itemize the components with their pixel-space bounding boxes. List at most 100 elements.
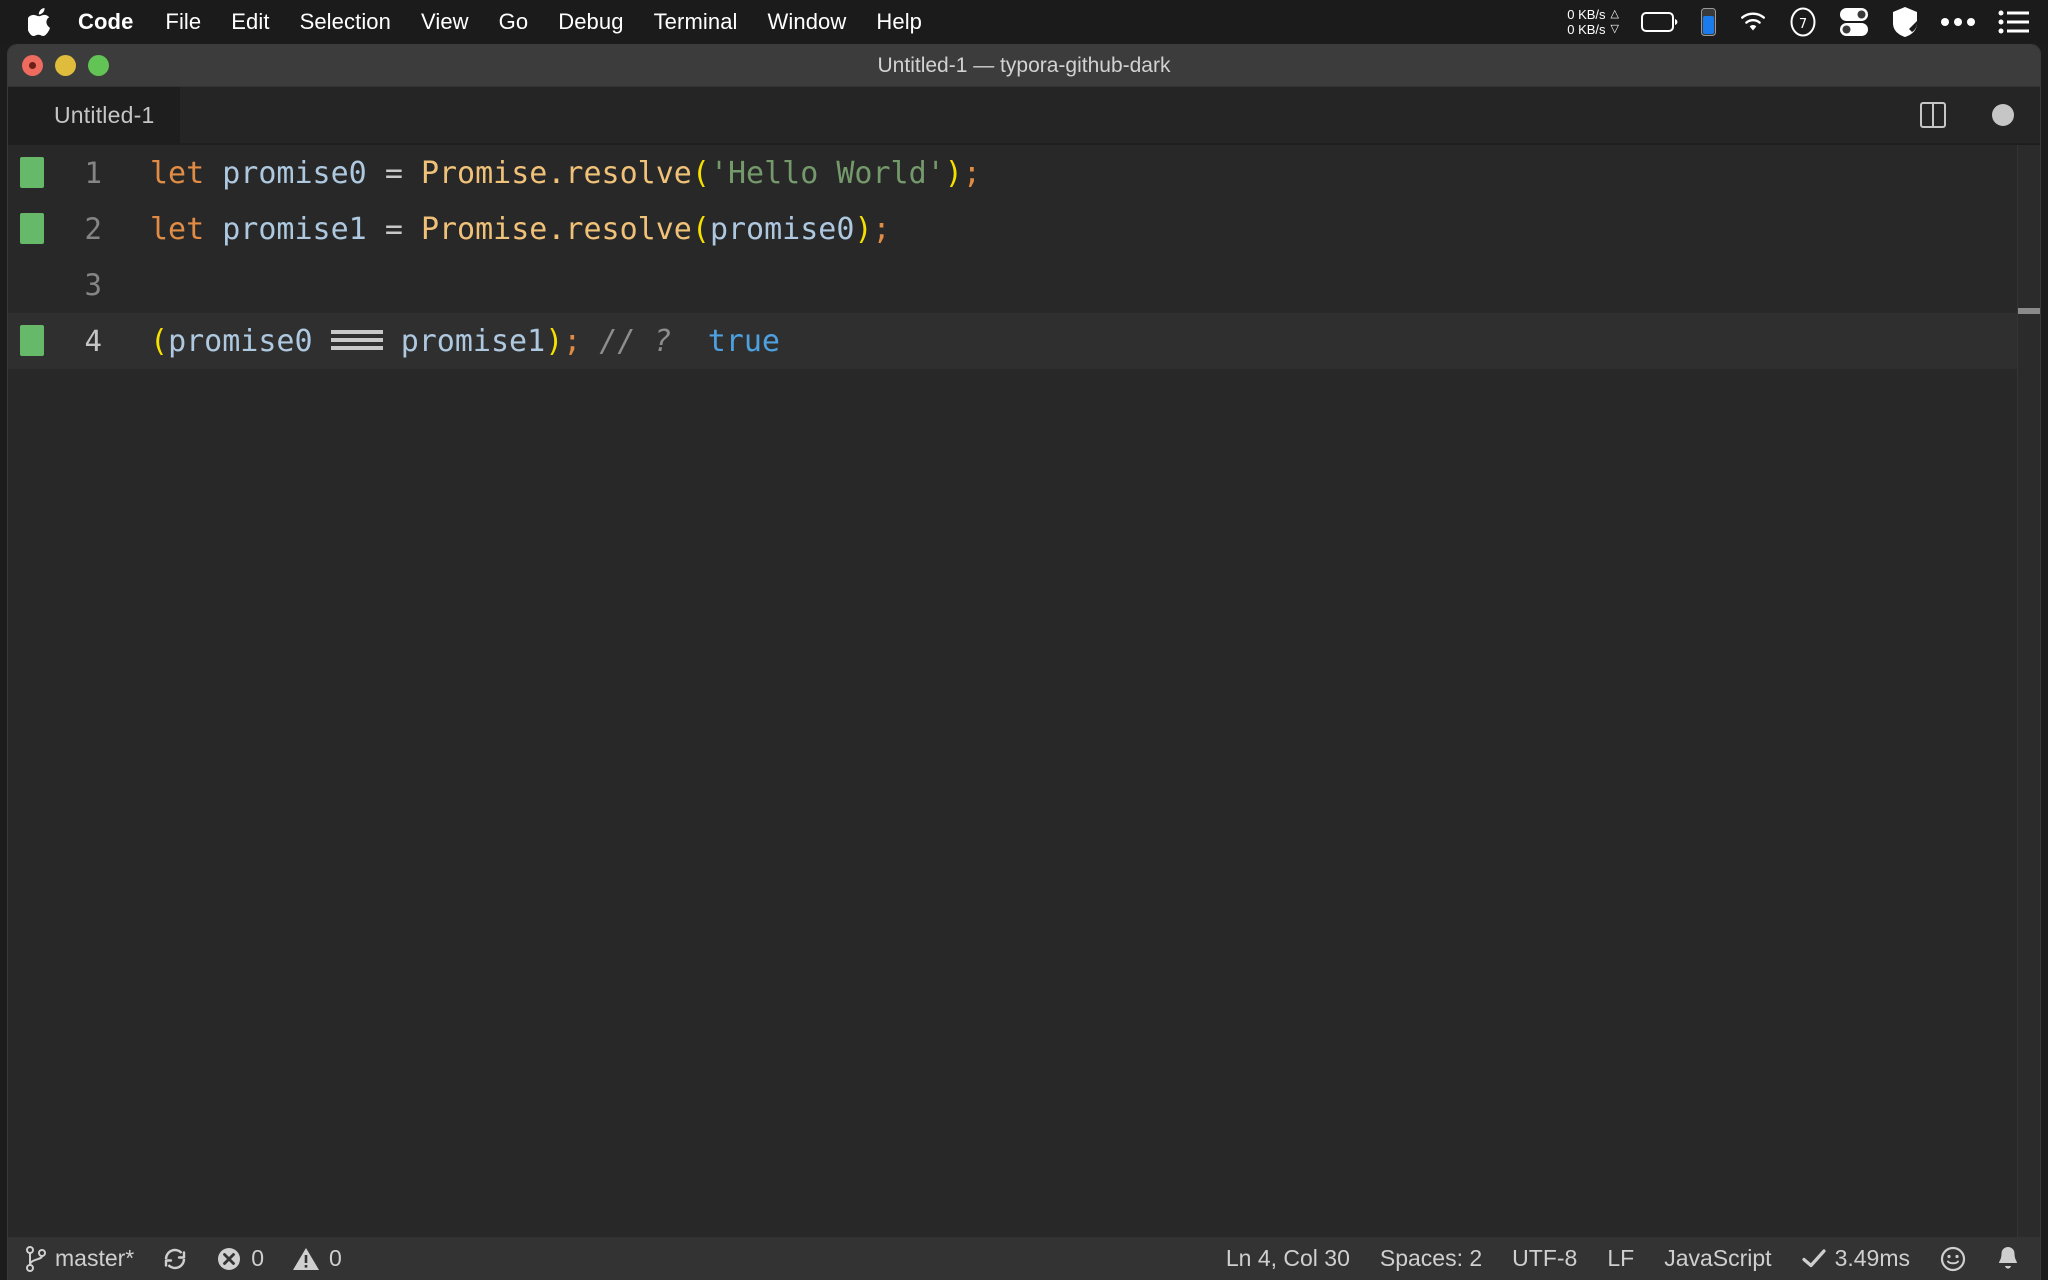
window-title: Untitled-1 — typora-github-dark bbox=[877, 53, 1171, 77]
status-sync-changes[interactable] bbox=[162, 1246, 188, 1272]
menu-item-file[interactable]: File bbox=[165, 9, 201, 35]
code-token: ; bbox=[872, 211, 891, 247]
editor-tab-strip: Untitled-1 bbox=[8, 86, 2040, 144]
code-token: ( bbox=[691, 211, 710, 247]
menu-item-go[interactable]: Go bbox=[499, 9, 529, 35]
warning-count: 0 bbox=[329, 1245, 342, 1271]
network-speed-indicator[interactable]: 0 KB/s 0 KB/s △ ▽ bbox=[1567, 7, 1619, 37]
menu-item-terminal[interactable]: Terminal bbox=[654, 9, 738, 35]
code-token: ; bbox=[962, 155, 981, 191]
git-change-marker-icon bbox=[20, 157, 44, 188]
control-center-icon[interactable] bbox=[1998, 10, 2030, 34]
code-token: 'Hello World' bbox=[709, 155, 945, 191]
code-token: ; bbox=[563, 323, 582, 359]
git-branch-label: master* bbox=[55, 1245, 135, 1271]
code-line-4[interactable]: 4 (promise0 promise1); // ? true bbox=[8, 313, 2040, 369]
line-content[interactable]: (promise0 promise1); // ? true bbox=[138, 324, 780, 359]
bell-icon bbox=[1996, 1246, 2020, 1272]
menu-item-debug[interactable]: Debug bbox=[558, 9, 623, 35]
menu-item-edit[interactable]: Edit bbox=[231, 9, 269, 35]
scrollbar-marker bbox=[2018, 308, 2040, 314]
traffic-light-buttons bbox=[22, 55, 121, 76]
ellipsis-icon[interactable] bbox=[1940, 17, 1976, 27]
upload-speed: 0 KB/s bbox=[1567, 6, 1606, 22]
status-feedback[interactable] bbox=[1940, 1246, 1966, 1272]
menu-item-window[interactable]: Window bbox=[768, 9, 847, 35]
error-icon bbox=[216, 1246, 242, 1272]
download-arrow-icon: ▽ bbox=[1610, 22, 1619, 35]
smiley-icon bbox=[1940, 1246, 1966, 1272]
code-token: promise1 bbox=[400, 323, 546, 359]
status-language-mode[interactable]: JavaScript bbox=[1664, 1245, 1771, 1272]
strict-equality-ligature-icon bbox=[330, 325, 383, 355]
code-token: ( bbox=[691, 155, 710, 191]
status-git-branch[interactable]: master* bbox=[26, 1245, 134, 1272]
tab-untitled-1[interactable]: Untitled-1 bbox=[8, 86, 181, 144]
code-token: ( bbox=[150, 323, 169, 359]
apple-logo-icon[interactable] bbox=[28, 7, 52, 36]
wifi-icon[interactable] bbox=[1738, 11, 1768, 33]
code-token: let bbox=[150, 211, 205, 247]
code-token: promise0 bbox=[222, 155, 367, 191]
code-line-3[interactable]: 3 bbox=[8, 257, 2040, 313]
status-errors[interactable]: 0 bbox=[216, 1245, 264, 1272]
code-token: ) bbox=[545, 323, 564, 359]
git-change-marker-icon bbox=[20, 325, 44, 356]
macos-menu-bar: Code File Edit Selection View Go Debug T… bbox=[0, 0, 2048, 43]
git-branch-icon bbox=[26, 1245, 46, 1272]
status-runtime[interactable]: 3.49ms bbox=[1801, 1245, 1910, 1272]
code-token: Promise.resolve bbox=[420, 211, 692, 247]
upload-arrow-icon: △ bbox=[1610, 7, 1619, 20]
shield-icon[interactable] bbox=[1892, 6, 1918, 37]
status-encoding[interactable]: UTF-8 bbox=[1512, 1245, 1577, 1272]
menu-bar-status-area: 0 KB/s 0 KB/s △ ▽ 7 bbox=[1545, 0, 2030, 43]
minimize-button[interactable] bbox=[55, 55, 76, 76]
error-count: 0 bbox=[251, 1245, 265, 1271]
code-editor[interactable]: 1 let promise0 = Promise.resolve('Hello W… bbox=[8, 145, 2040, 1237]
editor-scrollbar[interactable] bbox=[2018, 145, 2040, 1237]
split-editor-icon[interactable] bbox=[1920, 102, 1946, 128]
close-button[interactable] bbox=[22, 55, 43, 76]
unsaved-indicator-icon[interactable] bbox=[1992, 104, 2014, 126]
battery-level-icon[interactable] bbox=[1701, 7, 1716, 36]
checkmark-icon bbox=[1801, 1248, 1826, 1270]
menu-item-view[interactable]: View bbox=[421, 9, 469, 35]
code-token: promise1 bbox=[222, 211, 367, 247]
status-cursor-position[interactable]: Ln 4, Col 30 bbox=[1226, 1245, 1350, 1272]
code-token: let bbox=[150, 155, 205, 191]
code-token: promise0 bbox=[168, 323, 313, 359]
code-line-2[interactable]: 2 let promise1 = Promise.resolve(promise0… bbox=[8, 201, 2040, 257]
vscode-window: Untitled-1 — typora-github-dark Untitled… bbox=[8, 45, 2040, 1280]
sync-icon bbox=[162, 1246, 188, 1272]
toggles-icon[interactable] bbox=[1838, 7, 1870, 37]
status-warnings[interactable]: 0 bbox=[292, 1245, 342, 1272]
status-line-endings[interactable]: LF bbox=[1607, 1245, 1634, 1272]
status-indentation[interactable]: Spaces: 2 bbox=[1380, 1245, 1482, 1272]
line-content[interactable]: let promise1 = Promise.resolve(promise0)… bbox=[138, 212, 891, 247]
timer-circle-icon[interactable]: 7 bbox=[1790, 7, 1816, 37]
code-token: = bbox=[384, 211, 403, 247]
code-token: // ? bbox=[599, 323, 672, 359]
status-bar: master* 0 0 Ln 4, Col 30 Spaces: 2 UTF-8… bbox=[8, 1237, 2040, 1280]
tab-label: Untitled-1 bbox=[54, 101, 155, 128]
editor-actions bbox=[1920, 102, 2014, 128]
code-token: promise0 bbox=[709, 211, 855, 247]
code-token: = bbox=[384, 155, 403, 191]
code-line-1[interactable]: 1 let promise0 = Promise.resolve('Hello W… bbox=[8, 145, 2040, 201]
menu-item-help[interactable]: Help bbox=[876, 9, 922, 35]
code-token: ) bbox=[854, 211, 873, 247]
battery-icon[interactable] bbox=[1641, 11, 1679, 32]
menu-item-selection[interactable]: Selection bbox=[300, 9, 391, 35]
status-notifications[interactable] bbox=[1996, 1246, 2020, 1272]
maximize-button[interactable] bbox=[88, 55, 109, 76]
download-speed: 0 KB/s bbox=[1567, 21, 1606, 37]
line-content[interactable]: let promise0 = Promise.resolve('Hello Wo… bbox=[138, 156, 981, 191]
menu-item-code[interactable]: Code bbox=[78, 9, 133, 35]
runtime-label: 3.49ms bbox=[1834, 1245, 1910, 1271]
